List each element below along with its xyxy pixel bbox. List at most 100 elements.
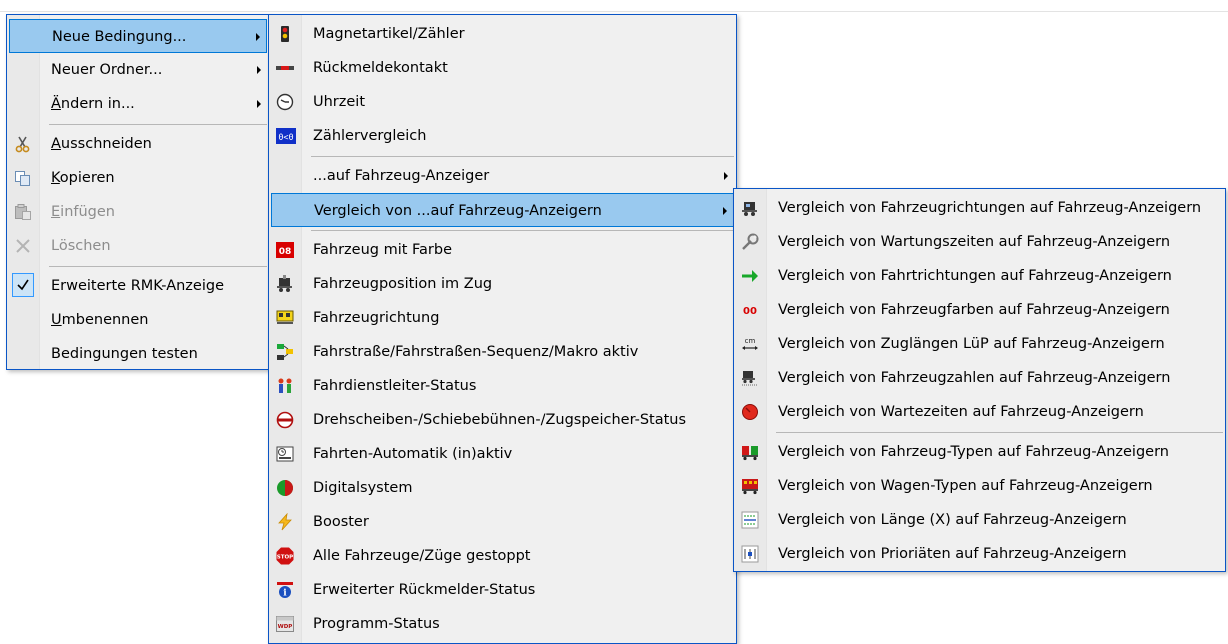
menu-item-loeschen[interactable]: Löschen [9,229,267,263]
menu-separator [776,432,1223,433]
menu-item-magnetartikel[interactable]: Magnetartikel/Zähler [271,17,734,51]
vehicle-count-icon [741,369,759,387]
menu-item-vergleich-prioritaeten[interactable]: Vergleich von Prioriäten auf Fahrzeug-An… [736,537,1223,571]
menu-item-label: Vergleich von Wartungszeiten auf Fahrzeu… [778,234,1171,250]
clock-icon [276,93,294,111]
turntable-icon [276,411,294,429]
menu-item-label: Vergleich von Fahrzeugzahlen auf Fahrzeu… [778,370,1171,386]
menu-item-vergleich-laenge[interactable]: Vergleich von Länge (X) auf Fahrzeug-Anz… [736,503,1223,537]
menu-item-vergleich-fahrzeug-typen[interactable]: Vergleich von Fahrzeug-Typen auf Fahrzeu… [736,435,1223,469]
program-status-icon: WDP [276,615,294,633]
menu-item-label: Löschen [51,238,111,254]
menu-item-ausschneiden[interactable]: Ausschneiden [9,127,267,161]
menu-item-label: Uhrzeit [313,94,366,110]
menu-item-vergleich-wartezeiten[interactable]: Vergleich von Wartezeiten auf Fahrzeug-A… [736,395,1223,429]
menu-item-label: Fahrzeug mit Farbe [313,242,453,258]
priority-icon [741,545,759,563]
wait-time-icon [741,403,759,421]
vehicle-direction-icon [276,309,294,327]
svg-text:STOP: STOP [277,555,293,561]
menu-item-fahrzeug-mit-farbe[interactable]: 08 Fahrzeug mit Farbe [271,233,734,267]
menu-item-label: Ausschneiden [51,136,152,152]
menu-item-rueckmeldekontakt[interactable]: Rückmeldekontakt [271,51,734,85]
menu-item-bedingungen-testen[interactable]: Bedingungen testen [9,337,267,371]
menu-item-label: Fahrstraße/Fahrstraßen-Sequenz/Makro akt… [313,344,639,360]
menu-item-label: Vergleich von Wagen-Typen auf Fahrzeug-A… [778,478,1153,494]
menu-item-label: Programm-Status [313,616,440,632]
length-x-icon [741,511,759,529]
menu-item-label: Alle Fahrzeuge/Züge gestoppt [313,548,531,564]
signal-icon [276,25,294,43]
info-icon: i [276,581,294,599]
menu-item-fahrstrasse[interactable]: Fahrstraße/Fahrstraßen-Sequenz/Makro akt… [271,335,734,369]
svg-text:08: 08 [279,247,292,257]
stop-icon: STOP [276,547,294,565]
menu-item-vergleich-wartungszeiten[interactable]: Vergleich von Wartungszeiten auf Fahrzeu… [736,225,1223,259]
menu-item-label: Vergleich von Fahrzeugrichtungen auf Fah… [778,200,1202,216]
menu-item-label: Fahrzeugrichtung [313,310,440,326]
menu-item-neuer-ordner[interactable]: Neuer Ordner... [9,53,267,87]
menu-item-kopieren[interactable]: Kopieren [9,161,267,195]
menu-item-label: Erweiterter Rückmelder-Status [313,582,536,598]
delete-icon [14,237,32,255]
menu-separator [311,230,734,231]
digital-system-icon [276,479,294,497]
menu-item-label: Neuer Ordner... [51,62,163,78]
menu-item-fahrzeugposition[interactable]: Fahrzeugposition im Zug [271,267,734,301]
menu-item-label: Rückmeldekontakt [313,60,448,76]
menu-item-booster[interactable]: Booster [271,505,734,539]
wrench-icon [741,233,759,251]
menu-item-vergleich-fahrzeugrichtungen[interactable]: Vergleich von Fahrzeugrichtungen auf Fah… [736,191,1223,225]
menu-item-vergleich-fahrzeugfarben[interactable]: 00 Vergleich von Fahrzeugfarben auf Fahr… [736,293,1223,327]
menu-item-digitalsystem[interactable]: Digitalsystem [271,471,734,505]
menu-item-label: Magnetartikel/Zähler [313,26,465,42]
menu-item-label: Erweiterte RMK-Anzeige [51,278,224,294]
menu-item-vergleich-auf-fahrzeug-anzeigern[interactable]: Vergleich von ...auf Fahrzeug-Anzeigern [271,193,734,227]
menu-item-label: Bedingungen testen [51,346,198,362]
menu-item-label: Kopieren [51,170,115,186]
svg-text:WDP: WDP [278,624,293,630]
menu-item-uhrzeit[interactable]: Uhrzeit [271,85,734,119]
menu-item-programm-status[interactable]: WDP Programm-Status [271,607,734,641]
menu-item-erweiterte-rmk-anzeige[interactable]: Erweiterte RMK-Anzeige [9,269,267,303]
menu-item-label: Fahrzeugposition im Zug [313,276,493,292]
submenu-vergleich: Vergleich von Fahrzeugrichtungen auf Fah… [733,188,1226,572]
menu-item-label: Zählervergleich [313,128,427,144]
submenu-arrow-icon [256,33,260,41]
svg-text:i: i [283,589,287,599]
menu-item-auf-fahrzeug-anzeiger[interactable]: ...auf Fahrzeug-Anzeiger [271,159,734,193]
svg-text:0<0: 0<0 [278,133,293,143]
menu-item-drehscheiben[interactable]: Drehscheiben-/Schiebebühnen-/Zugspeicher… [271,403,734,437]
menu-item-label: Vergleich von Wartezeiten auf Fahrzeug-A… [778,404,1144,420]
window-background-line [0,11,1228,12]
menu-item-label: Vergleich von Zuglängen LüP auf Fahrzeug… [778,336,1165,352]
menu-item-einfuegen[interactable]: Einfügen [9,195,267,229]
menu-item-fahrzeugrichtung[interactable]: Fahrzeugrichtung [271,301,734,335]
menu-item-erweiterter-rueckmelder[interactable]: i Erweiterter Rückmelder-Status [271,573,734,607]
menu-item-vergleich-fahrzeugzahlen[interactable]: Vergleich von Fahrzeugzahlen auf Fahrzeu… [736,361,1223,395]
menu-item-vergleich-wagen-typen[interactable]: Vergleich von Wagen-Typen auf Fahrzeug-A… [736,469,1223,503]
menu-item-label: Einfügen [51,204,115,220]
booster-icon [276,512,294,531]
menu-item-fahrdienstleiter[interactable]: Fahrdienstleiter-Status [271,369,734,403]
menu-item-neue-bedingung[interactable]: Neue Bedingung... [9,19,267,53]
counter-compare-icon: 0<0 [276,127,296,145]
submenu-arrow-icon [257,100,261,108]
menu-item-alle-gestoppt[interactable]: STOP Alle Fahrzeuge/Züge gestoppt [271,539,734,573]
green-arrow-icon [741,267,759,285]
scissors-icon [14,135,32,153]
menu-item-label: Vergleich von Fahrzeug-Typen auf Fahrzeu… [778,444,1169,460]
menu-item-label: Vergleich von Prioriäten auf Fahrzeug-An… [778,546,1127,562]
menu-item-vergleich-fahrtrichtungen[interactable]: Vergleich von Fahrtrichtungen auf Fahrze… [736,259,1223,293]
menu-item-umbenennen[interactable]: Umbenennen [9,303,267,337]
menu-separator [311,156,734,157]
menu-item-zaehlervergleich[interactable]: 0<0 Zählervergleich [271,119,734,153]
menu-item-label: ...auf Fahrzeug-Anzeiger [313,168,490,184]
svg-text:cm: cm [745,337,756,345]
menu-item-label: Neue Bedingung... [52,29,187,45]
length-cm-icon: cm [741,335,759,353]
menu-item-vergleich-zuglaengen[interactable]: cm Vergleich von Zuglängen LüP auf Fahrz… [736,327,1223,361]
menu-item-fahrten-automatik[interactable]: Fahrten-Automatik (in)aktiv [271,437,734,471]
menu-item-aendern-in[interactable]: Ändern in... [9,87,267,121]
menu-item-label: Fahrten-Automatik (in)aktiv [313,446,513,462]
